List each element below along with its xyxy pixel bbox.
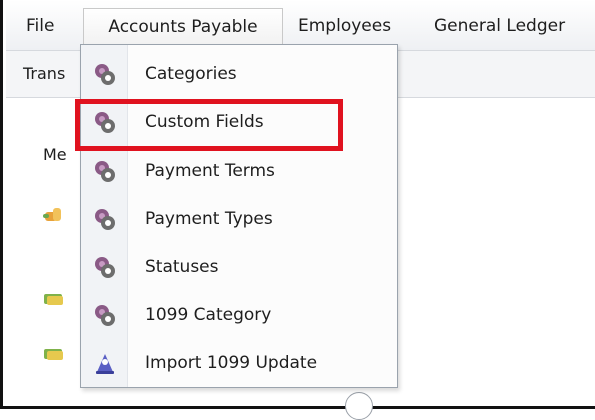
menu-item-import-1099-update[interactable]: Import 1099 Update — [81, 342, 397, 386]
menu-item-label: 1099 Category — [145, 305, 272, 325]
menu-item-statuses[interactable]: Statuses — [81, 246, 397, 290]
menu-item-categories[interactable]: Categories — [81, 53, 397, 97]
highlight-box — [75, 99, 343, 151]
hand-icon[interactable] — [43, 206, 65, 224]
import-wizard-icon — [96, 354, 114, 374]
scroll-down-button[interactable] — [345, 392, 373, 420]
money-icon[interactable] — [43, 290, 65, 308]
background-menu-label: Me — [43, 145, 67, 164]
app-window: File Accounts Payable Employees General … — [0, 0, 595, 420]
menu-item-payment-terms[interactable]: Payment Terms — [81, 150, 397, 194]
menu-item-label: Import 1099 Update — [145, 353, 318, 373]
menu-accounts-payable[interactable]: Accounts Payable — [83, 8, 283, 44]
menu-general-ledger[interactable]: General Ledger — [434, 8, 565, 44]
transactions-tab[interactable]: Trans — [23, 64, 65, 83]
menu-item-1099-category[interactable]: 1099 Category — [81, 294, 397, 338]
settings-gear-icon — [95, 161, 115, 182]
menu-employees[interactable]: Employees — [298, 8, 391, 44]
settings-gear-icon — [95, 209, 115, 230]
menu-item-label: Payment Terms — [145, 161, 275, 181]
menu-item-label: Categories — [145, 64, 237, 84]
menu-item-label: Payment Types — [145, 209, 273, 229]
menu-file[interactable]: File — [26, 8, 54, 44]
settings-gear-icon — [95, 64, 115, 85]
accounts-payable-dropdown: Categories Custom Fields Payment Terms P… — [80, 44, 398, 388]
menu-item-label: Statuses — [145, 257, 219, 277]
menu-item-payment-types[interactable]: Payment Types — [81, 198, 397, 242]
settings-gear-icon — [95, 257, 115, 278]
settings-gear-icon — [95, 305, 115, 326]
money-icon[interactable] — [43, 345, 65, 363]
